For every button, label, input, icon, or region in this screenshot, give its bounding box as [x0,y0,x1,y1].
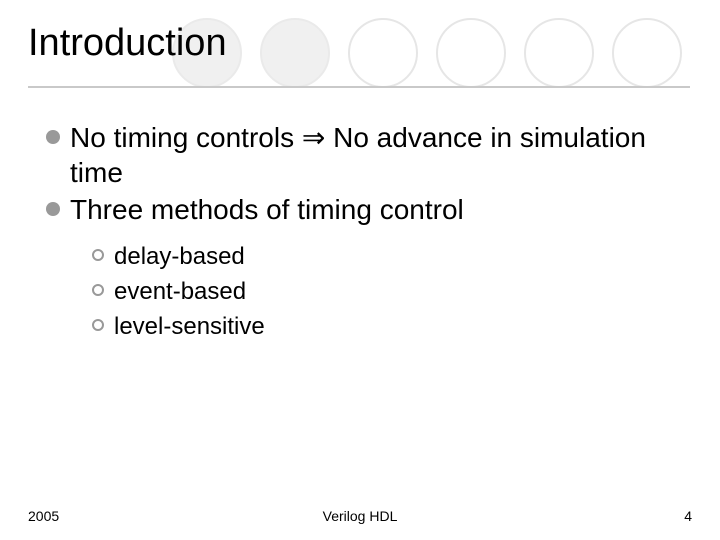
subbullet-text: event-based [114,276,246,307]
bullet-text: No timing controls ⇒ No advance in simul… [70,120,680,190]
bullet-dot-icon [46,130,60,144]
footer-page-number: 4 [684,508,692,524]
footer-title: Verilog HDL [323,508,398,524]
decor-circles [172,18,682,88]
slide-footer: 2005 Verilog HDL 4 [28,508,692,524]
bullet-text: Three methods of timing control [70,192,464,227]
slide-title: Introduction [28,22,227,65]
subbullet-circle-icon [92,284,104,296]
decor-circle [436,18,506,88]
title-divider [28,86,690,88]
subbullet-circle-icon [92,319,104,331]
decor-circle [260,18,330,88]
slide-content: No timing controls ⇒ No advance in simul… [46,120,680,347]
subbullet-list: delay-based event-based level-sensitive [92,241,680,343]
bullet-item: No timing controls ⇒ No advance in simul… [46,120,680,190]
footer-year: 2005 [28,508,59,524]
bullet-dot-icon [46,202,60,216]
decor-circle [348,18,418,88]
subbullet-item: delay-based [92,241,680,272]
decor-circle [524,18,594,88]
subbullet-text: level-sensitive [114,311,265,342]
decor-circle [612,18,682,88]
subbullet-circle-icon [92,249,104,261]
subbullet-item: event-based [92,276,680,307]
subbullet-item: level-sensitive [92,311,680,342]
bullet-item: Three methods of timing control [46,192,680,227]
subbullet-text: delay-based [114,241,245,272]
